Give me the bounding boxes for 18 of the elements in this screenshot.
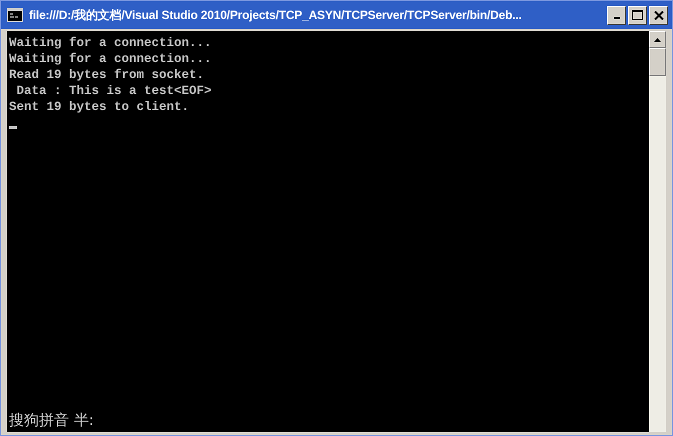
- scroll-thumb[interactable]: [649, 48, 666, 76]
- console-line: Waiting for a connection...: [9, 51, 213, 67]
- up-arrow-icon: [654, 38, 661, 42]
- scroll-up-button[interactable]: [649, 31, 666, 48]
- text-cursor: [9, 126, 17, 129]
- console-line: Sent 19 bytes to client.: [9, 99, 190, 115]
- close-button[interactable]: [649, 6, 668, 24]
- console-line: Read 19 bytes from socket.: [9, 67, 206, 83]
- maximize-icon: [632, 10, 643, 20]
- console-icon: [7, 8, 23, 22]
- console-line: Data : This is a test<EOF>: [16, 83, 213, 99]
- ime-status: 搜狗拼音 半:: [9, 411, 95, 430]
- maximize-button[interactable]: [628, 6, 647, 24]
- console-line: Waiting for a connection...: [9, 35, 213, 51]
- close-icon: [654, 10, 664, 20]
- vertical-scrollbar[interactable]: [649, 31, 666, 432]
- minimize-button[interactable]: [607, 6, 626, 24]
- window-title: file:///D:/我的文档/Visual Studio 2010/Projects/TCP_ASYN/TCPServer/TCPServer/bin/Deb...: [29, 6, 523, 24]
